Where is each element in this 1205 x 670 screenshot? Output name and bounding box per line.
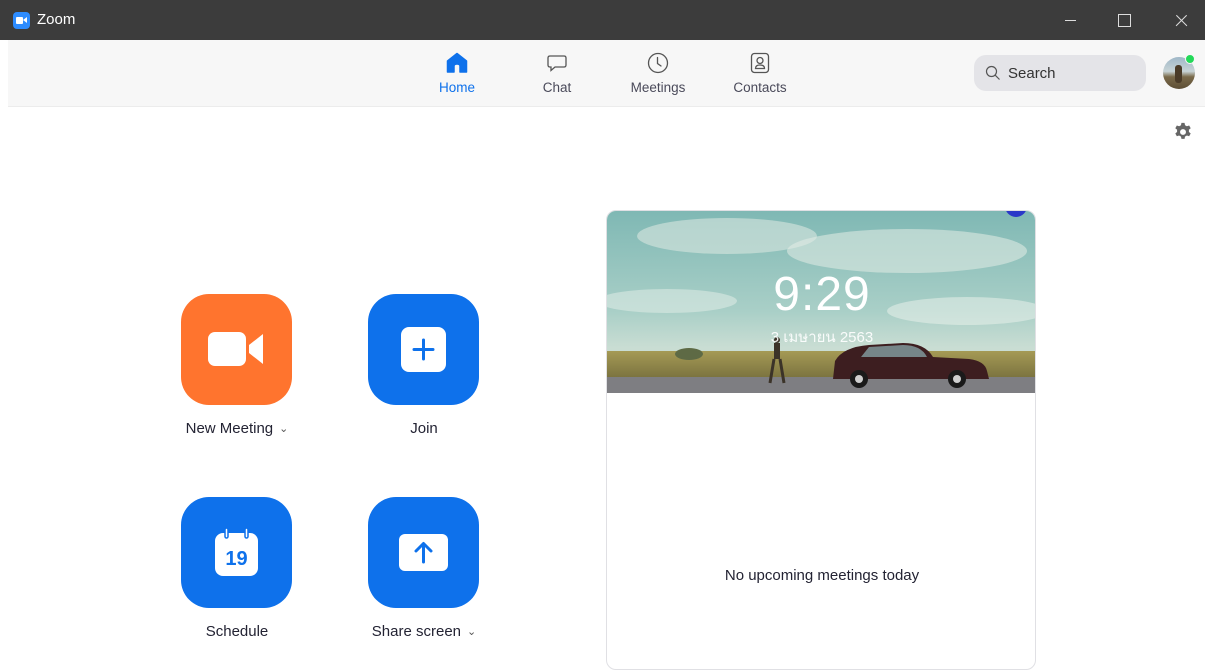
tab-contacts-label: Contacts bbox=[733, 80, 787, 95]
tab-home[interactable]: Home bbox=[417, 40, 497, 107]
share-up-arrow-icon bbox=[399, 534, 448, 571]
join-label: Join bbox=[410, 420, 438, 437]
new-meeting-label: New Meeting bbox=[185, 420, 274, 437]
header-background-image: 9:29 3 เมษายน 2563 bbox=[607, 211, 1035, 393]
top-nav: Home Chat Meetings Contacts bbox=[8, 40, 1205, 107]
no-meetings-message: No upcoming meetings today bbox=[724, 567, 920, 584]
search-box[interactable] bbox=[974, 55, 1146, 91]
tab-chat[interactable]: Chat bbox=[517, 40, 597, 107]
video-camera-icon bbox=[208, 332, 263, 366]
current-time: 9:29 bbox=[773, 268, 871, 321]
clock-icon bbox=[647, 52, 669, 74]
search-input[interactable] bbox=[1008, 61, 1138, 85]
close-button[interactable] bbox=[1155, 0, 1205, 40]
share-screen-label: Share screen bbox=[371, 623, 461, 640]
maximize-button[interactable] bbox=[1099, 0, 1149, 40]
home-icon bbox=[446, 52, 468, 73]
current-date: 3 เมษายน 2563 bbox=[770, 329, 874, 346]
tab-chat-label: Chat bbox=[542, 80, 572, 95]
tab-meetings-label: Meetings bbox=[630, 80, 686, 95]
zoom-logo-icon bbox=[13, 12, 30, 29]
contacts-icon bbox=[750, 52, 770, 74]
upcoming-meetings-card: 9:29 3 เมษายน 2563 No upcoming meetings … bbox=[606, 210, 1036, 670]
plus-icon bbox=[401, 327, 446, 372]
tab-meetings[interactable]: Meetings bbox=[618, 40, 698, 107]
join-button[interactable] bbox=[368, 294, 479, 405]
calendar-day-number: 19 bbox=[225, 548, 247, 570]
title-bar: Zoom bbox=[0, 0, 1205, 40]
schedule-label: Schedule bbox=[205, 623, 269, 640]
chat-icon bbox=[547, 55, 567, 72]
calendar-icon: 19 bbox=[215, 527, 258, 576]
chevron-down-icon[interactable]: ⌄ bbox=[467, 625, 476, 638]
window-title: Zoom bbox=[37, 11, 76, 28]
schedule-button[interactable]: 19 bbox=[181, 497, 292, 608]
tab-home-label: Home bbox=[438, 80, 475, 95]
new-meeting-button[interactable] bbox=[181, 294, 292, 405]
online-status-badge bbox=[1185, 54, 1195, 64]
chevron-down-icon[interactable]: ⌄ bbox=[279, 422, 288, 435]
share-screen-button[interactable] bbox=[368, 497, 479, 608]
gear-icon[interactable] bbox=[1172, 121, 1194, 143]
tab-contacts[interactable]: Contacts bbox=[720, 40, 800, 107]
minimize-button[interactable] bbox=[1046, 0, 1096, 40]
search-icon bbox=[985, 65, 1000, 80]
